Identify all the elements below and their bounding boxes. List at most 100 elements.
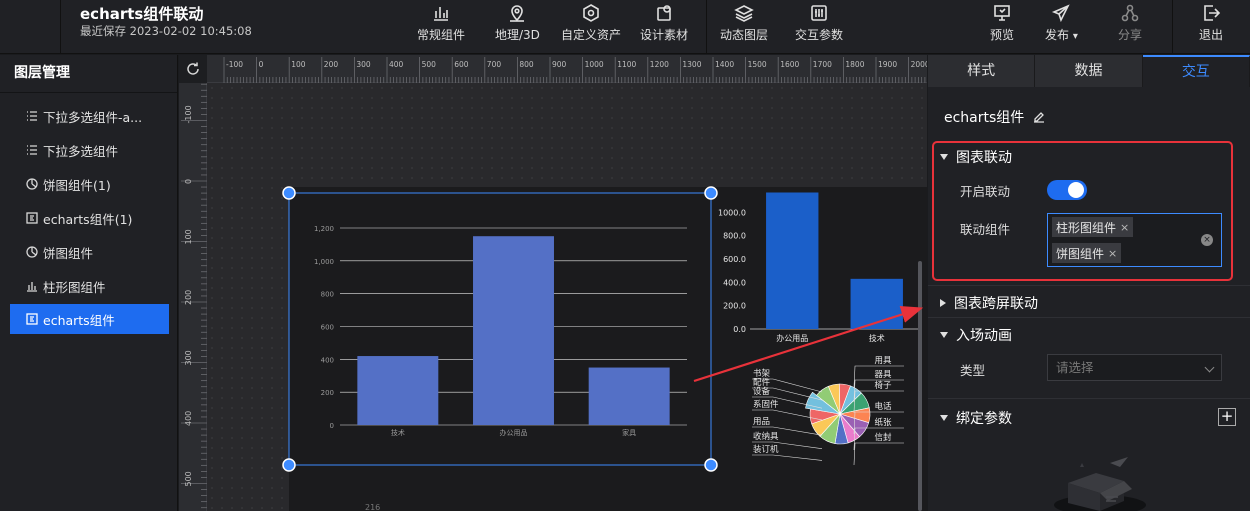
image-frame-icon <box>657 5 671 21</box>
tab-data[interactable]: 数据 <box>1035 55 1143 87</box>
tool-interaction-params[interactable]: 交互参数 <box>795 0 843 54</box>
clear-icon[interactable]: × <box>1201 234 1213 246</box>
publish-button[interactable]: 发布 ▾ <box>1045 0 1078 54</box>
tab-interaction[interactable]: 交互 <box>1142 55 1250 87</box>
ruler-label: 200 <box>184 290 193 305</box>
resize-handle[interactable] <box>282 186 296 200</box>
exit-button[interactable]: 退出 <box>1199 0 1223 54</box>
share-button[interactable]: 分享 <box>1118 0 1142 54</box>
echarts-icon <box>25 312 39 326</box>
selected-echarts-component[interactable]: 0 200 400 600 800 1,000 1,200 技术 办公用品 家具 <box>282 186 718 472</box>
tool-geo-3d[interactable]: 地理/3D <box>495 0 540 54</box>
top-bar: echarts组件联动 最近保存 2023-02-02 10:45:08 常规组… <box>0 0 1250 54</box>
animation-type-label: 类型 <box>960 363 986 378</box>
resize-handle[interactable] <box>704 458 718 472</box>
toolbar-divider-right <box>1172 0 1173 54</box>
section-cross-screen-linkage[interactable]: 图表跨屏联动 <box>940 293 1038 313</box>
preview-button[interactable]: 预览 <box>990 0 1014 54</box>
linkage-components-select[interactable]: 柱形图组件 × 饼图组件 × × <box>1047 213 1222 267</box>
page-title: echarts组件联动 <box>80 5 204 23</box>
ruler-label: 100 <box>291 60 306 69</box>
horizontal-ruler: -100 0 100 200 300 400 500 600 700 800 900 1000 1100… <box>207 55 927 83</box>
bar[interactable] <box>357 356 439 425</box>
canvas-scrollbar[interactable] <box>918 261 922 511</box>
pie-leader-line <box>853 442 904 466</box>
tool-dynamic-layers[interactable]: 动态图层 <box>720 0 768 54</box>
y-tick-label: 400.0 <box>723 278 746 287</box>
y-tick-label: 1,000 <box>314 258 334 266</box>
layer-item-multiselect-a[interactable]: 下拉多选组件-a... <box>10 101 169 131</box>
ruler-label: 1500 <box>748 60 767 69</box>
animation-type-select[interactable]: 请选择 <box>1047 354 1222 381</box>
chip-bar-component: 柱形图组件 × <box>1052 217 1134 237</box>
send-icon <box>1052 4 1071 23</box>
pie-label: 电话 <box>874 401 892 412</box>
enable-linkage-toggle[interactable] <box>1047 180 1087 200</box>
resize-handle[interactable] <box>282 458 296 472</box>
chevron-down-icon <box>1204 362 1215 373</box>
section-divider <box>928 285 1250 286</box>
y-tick-label: 400 <box>321 356 334 364</box>
horizontal-ruler-ticks: -100 0 100 200 300 400 500 600 700 800 900 1000 1100… <box>223 57 927 83</box>
ruler-label: 400 <box>184 411 193 426</box>
x-tick-label: 办公用品 <box>500 428 528 437</box>
edit-icon[interactable] <box>1032 110 1046 124</box>
y-tick-label: 0.0 <box>733 325 746 334</box>
layer-item-multiselect[interactable]: 下拉多选组件 <box>10 135 169 165</box>
y-tick-label: 1000.0 <box>718 208 746 217</box>
ruler-label: 900 <box>552 60 567 69</box>
section-entrance-animation[interactable]: 入场动画 <box>940 325 1012 345</box>
ruler-label: -100 <box>184 105 193 123</box>
bar[interactable] <box>473 236 554 425</box>
ruler-label: 1100 <box>617 60 636 69</box>
ruler-label: 1600 <box>780 60 799 69</box>
top-bar-divider <box>60 0 61 54</box>
resize-handle[interactable] <box>704 186 718 200</box>
remove-chip-icon[interactable]: × <box>1108 247 1117 260</box>
last-saved-text: 最近保存 2023-02-02 10:45:08 <box>80 24 252 38</box>
bar-icon <box>25 279 39 293</box>
layers-icon <box>734 5 754 22</box>
refresh-icon[interactable] <box>185 61 201 77</box>
ruler-label: 800 <box>519 60 534 69</box>
layer-item-echarts-1[interactable]: echarts组件(1) <box>10 203 169 233</box>
bar-chart-icon <box>434 7 448 21</box>
collapse-arrow-icon <box>940 415 948 421</box>
ruler-label: 600 <box>454 60 469 69</box>
hexagon-icon <box>583 4 599 22</box>
stage-graphics: 02004006008001,0001,200技术 办公用品 家具 0.0200.0… <box>282 186 924 511</box>
layer-item-bar[interactable]: 柱形图组件 <box>10 271 169 301</box>
bar[interactable] <box>766 192 819 330</box>
ruler-label: 0 <box>184 179 193 184</box>
pie-icon <box>25 177 39 191</box>
x-tick-label: 家具 <box>622 428 636 437</box>
tool-common-components[interactable]: 常规组件 <box>417 0 465 54</box>
vertical-ruler-ticks: -100 0 100 200 300 400 500 <box>181 83 207 509</box>
layer-item-pie[interactable]: 饼图组件 <box>10 237 169 267</box>
enable-linkage-label: 开启联动 <box>960 184 1011 199</box>
remove-chip-icon[interactable]: × <box>1120 221 1129 234</box>
ruler-label: 1200 <box>650 60 669 69</box>
list-icon <box>25 109 39 123</box>
canvas-stage[interactable]: 0 200 400 600 800 1,000 1,200 技术 办公用品 家具 0.0 200.0… <box>207 83 927 511</box>
tool-custom-assets[interactable]: 自定义资产 <box>561 0 621 54</box>
properties-panel: 样式 数据 交互 echarts组件 图表联动 开启联动 联动组件 柱形图组件 ×… <box>928 55 1250 511</box>
pie-label: 收纳具 <box>753 431 779 442</box>
layer-item-pie-1[interactable]: 饼图组件(1) <box>10 169 169 199</box>
layer-item-echarts[interactable]: echarts组件 <box>10 304 169 334</box>
y-tick-label: 200 <box>321 389 334 397</box>
ruler-label: 700 <box>487 60 502 69</box>
section-bind-params[interactable]: 绑定参数 <box>940 408 1012 428</box>
collapse-arrow-icon <box>940 332 948 338</box>
canvas-area[interactable]: -100 0 100 200 300 400 500 600 700 800 900 1000 1100… <box>179 55 927 511</box>
ruler-label: 1800 <box>845 60 864 69</box>
pie-chart-component[interactable]: 书架配件设备系固件用品收纳具装订机用具器具椅子电话纸张信封 <box>752 356 904 466</box>
section-chart-linkage[interactable]: 图表联动 <box>940 147 1012 167</box>
tab-style[interactable]: 样式 <box>928 55 1036 87</box>
bar-chart-component[interactable]: 0.0 200.0 400.0 600.0 800.0 1000.0 办公用品 技术 <box>718 192 919 344</box>
add-param-button[interactable]: + <box>1218 408 1236 426</box>
bar[interactable] <box>588 367 670 425</box>
share-nodes-icon <box>1121 4 1139 22</box>
tool-design-material[interactable]: 设计素材 <box>640 0 688 54</box>
section-divider <box>928 398 1250 399</box>
